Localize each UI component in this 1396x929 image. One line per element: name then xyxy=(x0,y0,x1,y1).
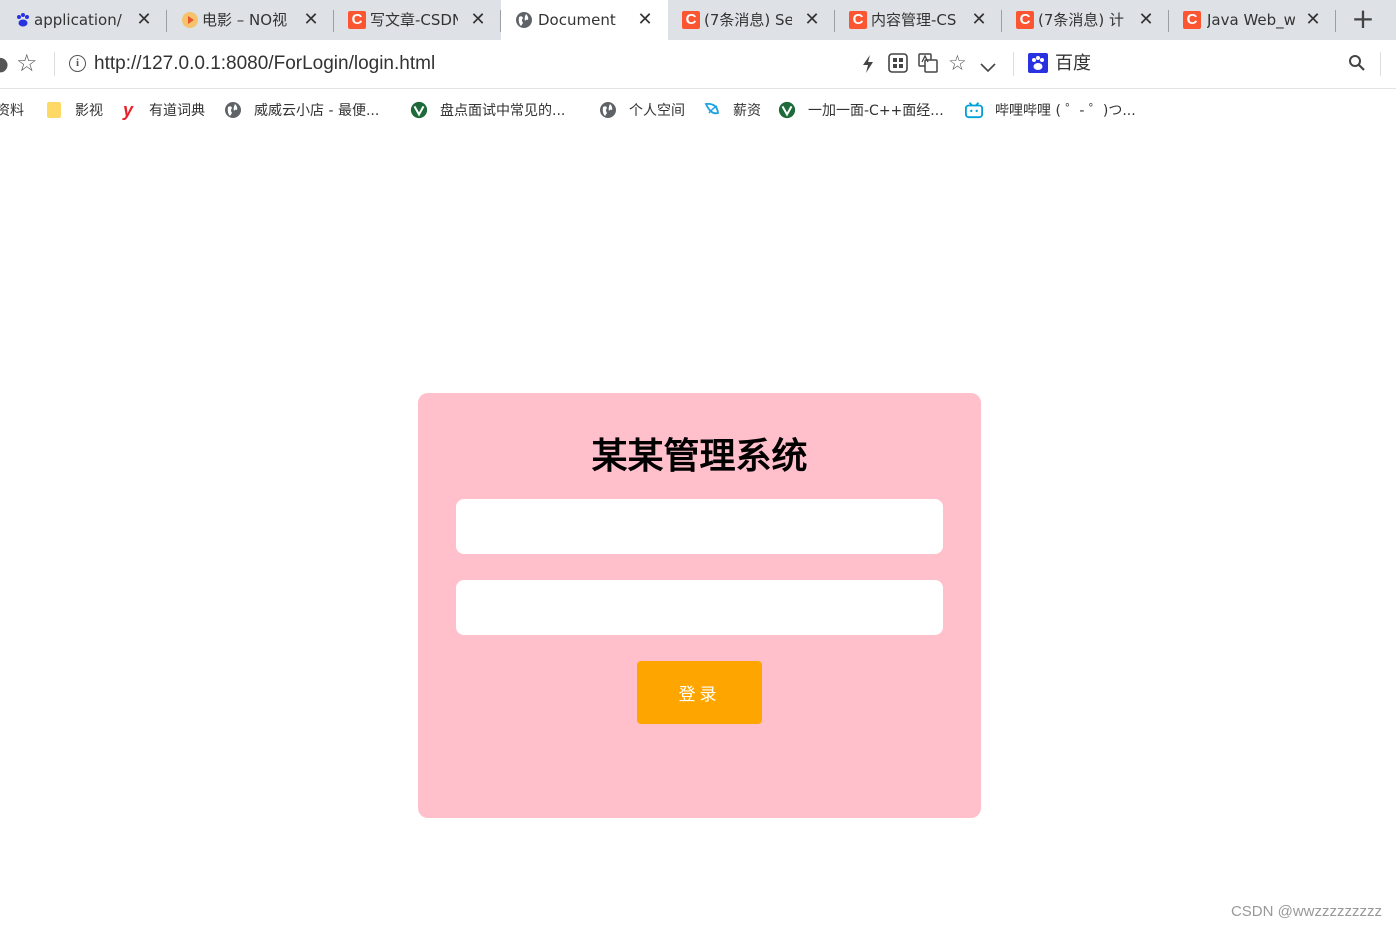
globe-icon xyxy=(599,101,617,119)
tab-title: application/ xyxy=(34,11,122,29)
bookmark-label: 影视 xyxy=(75,103,103,119)
tab-csdn-messages-2[interactable]: C (7条消息) 计 ✕ xyxy=(1002,0,1169,40)
baidu-paw-icon[interactable] xyxy=(1028,53,1048,77)
username-input[interactable] xyxy=(456,499,943,554)
bookmark-item[interactable]: y 有道词典 xyxy=(119,99,205,121)
chevron-down-icon[interactable] xyxy=(980,58,996,77)
globe-icon xyxy=(224,101,242,119)
tab-title: (7条消息) Se xyxy=(704,11,792,29)
tab-csdn-content[interactable]: C 内容管理-CS ✕ xyxy=(835,0,1002,40)
bookmark-label: 资料 xyxy=(0,103,24,119)
tab-title: 写文章-CSDN xyxy=(370,11,458,29)
tab-title: 电影 – NO视 xyxy=(202,11,288,29)
bookmark-item[interactable]: 资料 xyxy=(0,99,24,121)
tab-document[interactable]: Document ✕ xyxy=(501,0,668,40)
close-icon[interactable]: ✕ xyxy=(302,10,320,30)
search-engine-label[interactable]: 百度 xyxy=(1055,52,1091,76)
bookmark-item[interactable]: 一加一面-C++面经... xyxy=(778,99,944,121)
bookmarks-bar: 资料 影视 y 有道词典 威威云小店 - 最便... 盘点面试中常见的... 个… xyxy=(0,89,1396,131)
csdn-icon: C xyxy=(1016,11,1034,29)
apps-grid-icon[interactable] xyxy=(888,53,908,77)
watermark: CSDN @wwzzzzzzzzz xyxy=(1230,903,1382,920)
folder-icon xyxy=(45,101,63,119)
address-bar: ● ☆ i http://127.0.0.1:8080/ForLogin/log… xyxy=(0,40,1396,89)
password-input[interactable] xyxy=(456,580,943,635)
bookmark-label: 有道词典 xyxy=(149,103,205,119)
tab-title: 内容管理-CS xyxy=(871,11,957,29)
v-shield-icon xyxy=(778,101,796,119)
bookmark-label: 威威云小店 - 最便... xyxy=(254,103,380,119)
lightning-icon[interactable] xyxy=(860,54,876,78)
close-icon[interactable]: ✕ xyxy=(636,10,654,30)
login-card: 某某管理系统 登录 xyxy=(418,393,981,818)
csdn-icon: C xyxy=(849,11,867,29)
tab-title: (7条消息) 计 xyxy=(1038,11,1125,29)
v-shield-icon xyxy=(410,101,428,119)
tab-csdn-write[interactable]: C 写文章-CSDN ✕ xyxy=(334,0,501,40)
globe-icon xyxy=(515,11,533,29)
info-icon[interactable]: i xyxy=(69,55,86,72)
baidu-paw-icon xyxy=(14,11,32,29)
csdn-icon: C xyxy=(682,11,700,29)
bookmark-label: 一加一面-C++面经... xyxy=(808,103,944,119)
close-icon[interactable]: ✕ xyxy=(469,10,487,30)
bookmark-item[interactable]: 哔哩哔哩 ( ゜- ゜)つ... xyxy=(965,99,1136,121)
bookmark-item[interactable]: 影视 xyxy=(45,99,103,121)
search-icon[interactable] xyxy=(1348,54,1366,76)
tab-title: Java Web_w xyxy=(1207,11,1295,29)
star-bookmark-icon[interactable]: ☆ xyxy=(16,51,38,75)
tab-java-web[interactable]: C Java Web_w ✕ xyxy=(1169,0,1336,40)
csdn-icon: C xyxy=(1183,11,1201,29)
favorite-star-icon[interactable]: ☆ xyxy=(948,51,967,75)
back-icon[interactable]: ● xyxy=(0,52,9,76)
bookmark-label: 盘点面试中常见的... xyxy=(440,103,566,119)
youdao-icon: y xyxy=(122,99,133,120)
close-icon[interactable]: ✕ xyxy=(1304,10,1322,30)
bookmark-label: 个人空间 xyxy=(629,103,685,119)
url-field[interactable]: http://127.0.0.1:8080/ForLogin/login.htm… xyxy=(94,52,435,76)
tab-movie[interactable]: 电影 – NO视 ✕ xyxy=(167,0,334,40)
bookmark-item[interactable]: 个人空间 xyxy=(599,99,685,121)
tab-bar: application/ ✕ 电影 – NO视 ✕ C 写文章-CSDN ✕ D… xyxy=(0,0,1396,40)
leaf-icon xyxy=(703,101,721,119)
tab-application[interactable]: application/ ✕ xyxy=(0,0,167,40)
login-button[interactable]: 登录 xyxy=(637,661,762,724)
close-icon[interactable]: ✕ xyxy=(803,10,821,30)
new-tab-button[interactable]: + xyxy=(1349,5,1377,34)
close-icon[interactable]: ✕ xyxy=(135,10,153,30)
tab-title: Document xyxy=(538,11,616,29)
video-play-icon xyxy=(181,11,199,29)
tab-csdn-messages[interactable]: C (7条消息) Se ✕ xyxy=(668,0,835,40)
bilibili-icon xyxy=(965,101,983,119)
close-icon[interactable]: ✕ xyxy=(970,10,988,30)
bookmark-item[interactable]: 薪资 xyxy=(703,99,761,121)
page-title: 某某管理系统 xyxy=(591,436,808,477)
bookmark-label: 哔哩哔哩 ( ゜- ゜)つ... xyxy=(995,103,1136,119)
csdn-icon: C xyxy=(348,11,366,29)
close-icon[interactable]: ✕ xyxy=(1137,10,1155,30)
bookmark-label: 薪资 xyxy=(733,103,761,119)
translate-icon[interactable] xyxy=(918,53,938,77)
bookmark-item[interactable]: 盘点面试中常见的... xyxy=(410,99,565,121)
bookmark-item[interactable]: 威威云小店 - 最便... xyxy=(224,99,379,121)
